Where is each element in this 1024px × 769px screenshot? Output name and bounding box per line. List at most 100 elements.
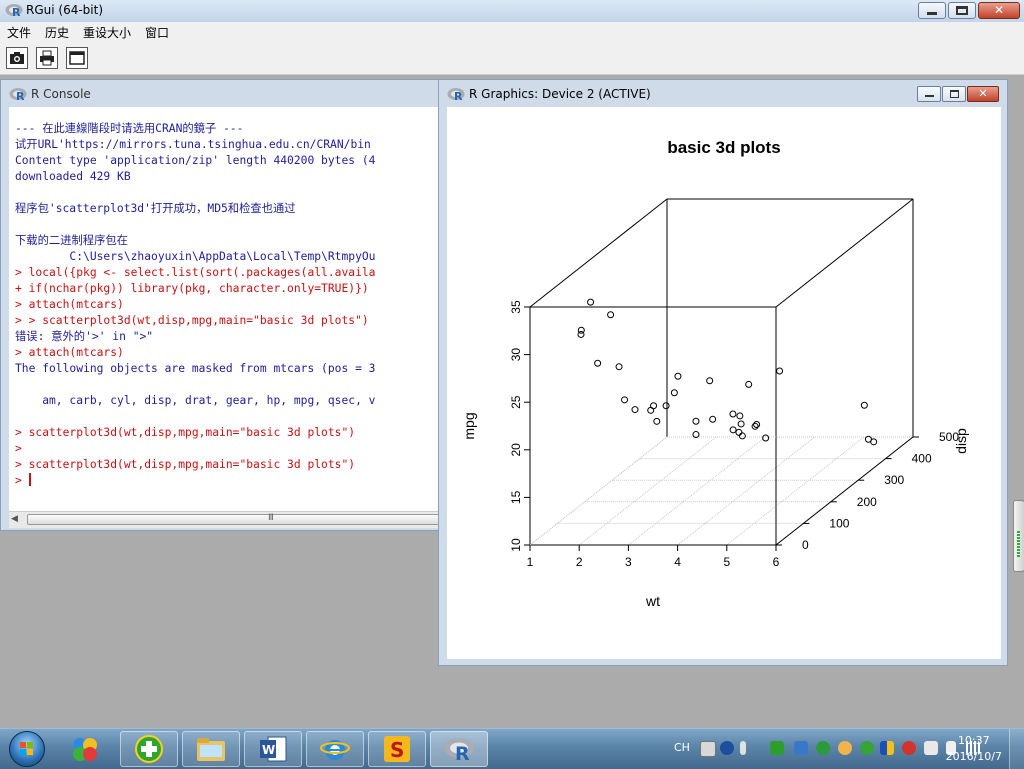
taskbar-internet-explorer[interactable] [306, 731, 364, 767]
console-input-line: > attach(mtcars) [15, 346, 124, 359]
camera-icon [10, 52, 24, 64]
console-button[interactable] [66, 47, 88, 69]
keyboard-icon[interactable] [700, 741, 716, 757]
menu-history[interactable]: 历史 [38, 24, 76, 41]
r-logo-icon: R [9, 88, 27, 102]
print-button[interactable] [36, 47, 58, 69]
r-console-window[interactable]: R R Console --- 在此連線階段时请选用CRAN的鏡子 --- 试开U… [0, 79, 447, 531]
close-button[interactable]: ✕ [978, 2, 1020, 19]
data-point [587, 298, 595, 306]
minimize-button[interactable] [918, 2, 946, 19]
taskbar-sogou[interactable]: S [368, 731, 426, 767]
svg-text:R: R [455, 743, 470, 763]
copy-as-image-button[interactable] [6, 47, 28, 69]
box-edge [529, 436, 668, 546]
data-point [653, 417, 661, 425]
clock[interactable]: 10:37 2016/10/7 [946, 733, 1002, 765]
restore-button[interactable] [948, 2, 976, 19]
console-output-line: The following objects are masked from mt… [15, 362, 376, 375]
360-plus-icon [135, 735, 163, 763]
data-point [631, 406, 639, 414]
y-tick-label: 200 [857, 495, 877, 509]
show-desktop-button[interactable] [1009, 729, 1024, 769]
console-input-line: > attach(mtcars) [15, 298, 124, 311]
x-tick-label: 1 [527, 555, 534, 569]
data-point [674, 372, 682, 380]
app-tray-icon[interactable] [880, 741, 894, 755]
internet-explorer-icon [320, 740, 350, 760]
menu-file[interactable]: 文件 [0, 24, 38, 41]
start-button[interactable] [4, 730, 50, 768]
menu-window[interactable]: 窗口 [138, 24, 176, 41]
console-output-line: 程序包'scatterplot3d'打开成功，MD5和检查也通过 [15, 202, 296, 215]
taskbar-word[interactable]: W [244, 731, 302, 767]
menu-resize[interactable]: 重设大小 [76, 24, 138, 41]
graphics-device[interactable]: 1 2 3 4 5 6 10 15 20 25 30 35 0 100 200 300 400 500 basic … [447, 107, 1001, 659]
tray-arrow-icon[interactable] [740, 741, 746, 755]
graphics-maximize-button[interactable] [942, 86, 966, 102]
r-logo-icon: R [447, 88, 465, 102]
taskbar-360-security[interactable] [56, 731, 114, 767]
graphics-close-button[interactable]: ✕ [967, 86, 999, 102]
data-point [776, 367, 784, 375]
scroll-left-arrow-icon[interactable]: ◀ [11, 514, 18, 524]
help-icon[interactable] [720, 741, 734, 755]
windows-logo-icon [9, 731, 45, 767]
main-title-bar[interactable]: R RGui (64-bit) ✕ [0, 0, 1024, 23]
data-point [729, 410, 737, 418]
console-title-bar[interactable]: R R Console [1, 80, 446, 107]
red-app-icon[interactable] [902, 741, 916, 755]
right-edge-scrollbar[interactable] [1013, 500, 1024, 572]
bluetooth-icon[interactable] [794, 741, 808, 755]
console-horizontal-scrollbar[interactable]: ◀ III [9, 511, 440, 528]
taskbar-360-plus[interactable] [120, 731, 178, 767]
data-point [745, 380, 753, 388]
x-axis-label: wt [645, 593, 660, 609]
console-title: R Console [31, 87, 91, 101]
console-output-line: 错误: 意外的'>' in ">" [15, 330, 154, 343]
data-point [737, 420, 745, 428]
smiley-icon[interactable] [838, 741, 852, 755]
data-point [736, 412, 744, 420]
svg-text:S: S [390, 738, 404, 762]
minimize-icon [925, 95, 934, 97]
graphics-minimize-button[interactable] [917, 86, 941, 102]
z-tick-label: 15 [509, 490, 523, 504]
z-tick-label: 10 [509, 538, 523, 552]
console-input-line[interactable]: > [15, 473, 31, 489]
data-point [706, 377, 714, 385]
network-icon[interactable] [924, 741, 938, 755]
graphics-title-bar[interactable]: R R Graphics: Device 2 (ACTIVE) ✕ [439, 80, 1007, 107]
360-security-icon [73, 738, 97, 761]
console-output-line: C:\Users\zhaoyuxin\AppData\Local\Temp\Rt… [15, 250, 376, 263]
floor-grid-line [628, 436, 766, 546]
restore-icon [956, 6, 968, 15]
text-cursor [28, 473, 31, 486]
r-graphics-window[interactable]: R R Graphics: Device 2 (ACTIVE) ✕ 1 2 3 4 5 6… [438, 79, 1008, 666]
console-input-line: > local({pkg <- select.list(sort(.packag… [15, 266, 376, 279]
console-output[interactable]: --- 在此連線階段时请选用CRAN的鏡子 --- 试开URL'https://m… [9, 107, 440, 511]
scrollbar-thumb[interactable]: III [27, 513, 440, 525]
console-output-line: am, carb, cyl, disp, drat, gear, hp, mpg… [15, 394, 376, 407]
360-tray-icon[interactable] [860, 741, 874, 755]
scroll-grip: III [268, 513, 274, 523]
close-icon: ✕ [993, 3, 1005, 17]
printer-icon [40, 50, 54, 66]
minimize-icon [927, 12, 937, 15]
console-input-line: > [15, 442, 22, 455]
taskbar-file-explorer[interactable] [182, 731, 240, 767]
data-point [709, 415, 717, 423]
taskbar: W S R CH 10:37 2016/10/7 [0, 728, 1024, 769]
taskbar-rgui[interactable]: R [430, 731, 488, 767]
security-shield-icon[interactable] [816, 741, 830, 755]
data-point [647, 406, 655, 414]
word-icon: W [260, 736, 287, 762]
input-language[interactable]: CH [674, 741, 690, 754]
scroll-grip-icon [1017, 531, 1020, 557]
usb-icon[interactable] [770, 741, 784, 755]
data-point [621, 396, 629, 404]
data-point [607, 311, 615, 319]
data-point [594, 359, 602, 367]
console-output-line: 下载的二进制程序包在 [15, 234, 128, 247]
y-tick-label: 400 [912, 452, 932, 466]
